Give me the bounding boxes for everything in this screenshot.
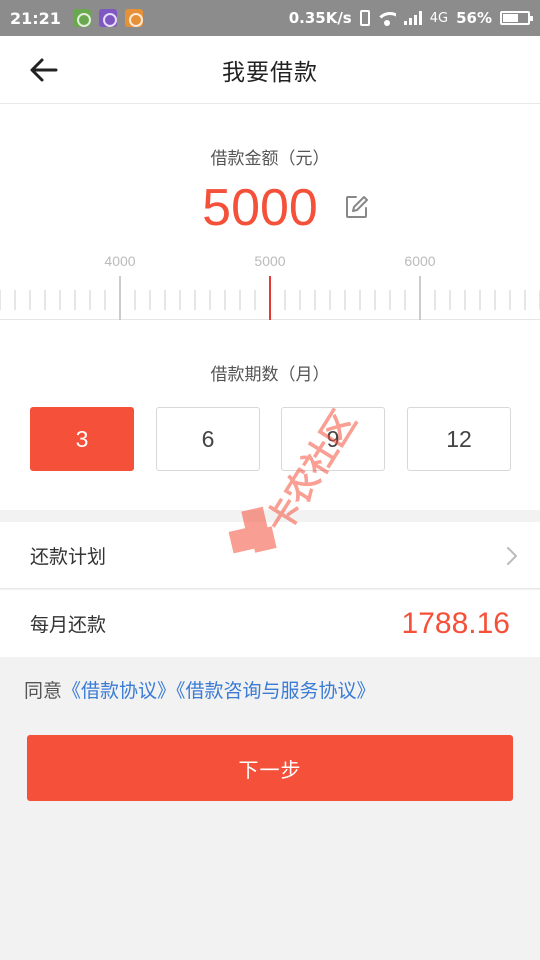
term-option-6[interactable]: 6 [156, 407, 260, 471]
monthly-payment-value: 1788.16 [401, 606, 510, 640]
agreement-text: 同意《借款协议》《借款咨询与服务协议》 [24, 676, 524, 703]
network-type: 4G [429, 10, 449, 26]
battery-icon [500, 11, 533, 25]
amount-label: 借款金额（元） [210, 149, 330, 169]
status-left: 21:21 [10, 9, 143, 28]
loan-agreement-link[interactable]: 《借款协议》 [62, 680, 176, 702]
ruler-label-5000: 5000 [254, 253, 285, 269]
chat-icon [98, 9, 117, 27]
edit-icon[interactable] [344, 194, 370, 220]
status-time: 21:21 [10, 8, 61, 28]
status-right: 0.35K/s 4G 56% [288, 9, 533, 27]
term-options: 3 6 9 12 [30, 407, 511, 471]
battery-percent: 56% [456, 9, 492, 27]
ruler-label-6000: 6000 [404, 253, 435, 269]
term-option-9[interactable]: 9 [281, 407, 385, 471]
search-app-icon [124, 9, 143, 27]
battery-fill [503, 14, 518, 22]
status-bar: 21:21 0.35K/s 4G 56% [0, 0, 540, 36]
back-button[interactable] [28, 56, 60, 84]
network-speed: 0.35K/s [288, 9, 352, 27]
term-label: 借款期数（月） [210, 365, 330, 385]
agreement-prefix: 同意 [24, 680, 63, 702]
signal-icon [403, 11, 422, 25]
monthly-payment-row: 每月还款 1788.16 [0, 590, 540, 657]
vibrate-icon [359, 10, 370, 26]
consulting-service-agreement-link[interactable]: 《借款咨询与服务协议》 [176, 680, 376, 702]
amount-section: 借款金额（元） 5000 4000 5000 6000 借款期数（月） 3 6 … [0, 104, 540, 510]
next-step-button[interactable]: 下一步 [27, 735, 513, 801]
wechat-icon [72, 9, 91, 27]
amount-ruler-slider[interactable]: 4000 5000 6000 [0, 250, 540, 320]
chevron-right-icon [507, 547, 517, 565]
wifi-icon [377, 9, 396, 27]
term-option-12[interactable]: 12 [407, 407, 511, 471]
arrow-left-icon [30, 58, 58, 82]
repayment-plan-row[interactable]: 还款计划 [0, 522, 540, 589]
repayment-plan-label: 还款计划 [30, 545, 107, 568]
page-title: 我要借款 [222, 59, 318, 86]
term-option-3[interactable]: 3 [30, 407, 134, 471]
monthly-payment-label: 每月还款 [30, 614, 107, 636]
ruler-label-4000: 4000 [104, 253, 135, 269]
amount-value[interactable]: 5000 [190, 178, 330, 238]
header: 我要借款 [0, 36, 540, 104]
